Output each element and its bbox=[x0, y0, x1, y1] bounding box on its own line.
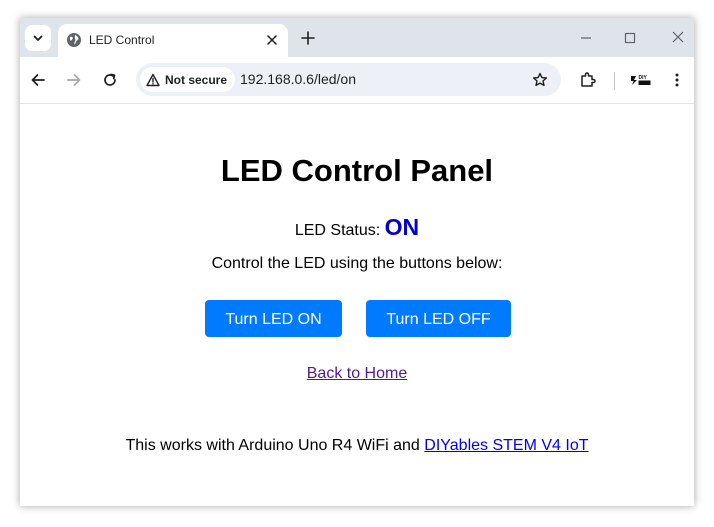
minimize-button[interactable] bbox=[576, 28, 596, 48]
tab-title: LED Control bbox=[89, 33, 155, 47]
back-button[interactable] bbox=[27, 69, 49, 91]
title-bar: LED Control bbox=[20, 18, 694, 57]
back-to-home-link[interactable]: Back to Home bbox=[307, 365, 407, 382]
plus-icon bbox=[301, 31, 315, 45]
window-close-icon bbox=[672, 31, 684, 43]
instructions-text: Control the LED using the buttons below: bbox=[211, 255, 503, 272]
forward-arrow-icon bbox=[67, 74, 81, 86]
address-bar[interactable]: Not secure 192.168.0.6/led/on bbox=[136, 63, 561, 96]
diyables-link[interactable]: DIYables STEM V4 IoT bbox=[424, 437, 588, 454]
star-icon bbox=[533, 72, 547, 87]
browser-window: LED Control Not secure 192.168.0.6/led/o… bbox=[20, 18, 694, 506]
security-label: Not secure bbox=[165, 72, 228, 87]
footer-text: This works with Arduino Uno R4 WiFi and … bbox=[20, 436, 694, 456]
reload-icon bbox=[104, 73, 116, 86]
more-menu-button[interactable] bbox=[666, 69, 688, 91]
profile-button[interactable]: DIY bbox=[628, 69, 654, 91]
close-icon bbox=[267, 35, 277, 45]
forward-button[interactable] bbox=[63, 69, 85, 91]
page-title: LED Control Panel bbox=[220, 153, 494, 188]
maximize-button[interactable] bbox=[620, 28, 640, 48]
chevron-down-icon bbox=[33, 35, 43, 41]
new-tab-button[interactable] bbox=[298, 28, 318, 48]
security-chip[interactable]: Not secure bbox=[140, 67, 236, 92]
bookmark-button[interactable] bbox=[531, 71, 549, 89]
maximize-icon bbox=[624, 32, 636, 44]
more-icon bbox=[675, 73, 679, 87]
extensions-button[interactable] bbox=[577, 69, 599, 91]
turn-led-on-button[interactable]: Turn LED ON bbox=[205, 300, 342, 337]
page-content: LED Control Panel LED Status: ON Control… bbox=[20, 104, 694, 506]
turn-led-off-button[interactable]: Turn LED OFF bbox=[366, 300, 511, 337]
led-status-value: ON bbox=[384, 214, 420, 240]
warning-icon bbox=[146, 73, 160, 86]
reload-button[interactable] bbox=[99, 69, 121, 91]
globe-icon bbox=[67, 33, 81, 47]
tab-close-button[interactable] bbox=[264, 32, 280, 48]
toolbar-separator bbox=[614, 72, 615, 90]
browser-toolbar: Not secure 192.168.0.6/led/on DIY bbox=[20, 57, 694, 104]
profile-badge-text: DIY bbox=[639, 75, 648, 81]
url-text[interactable]: 192.168.0.6/led/on bbox=[240, 71, 356, 88]
back-link-container: Back to Home bbox=[20, 364, 694, 384]
tab-led-control[interactable]: LED Control bbox=[58, 24, 288, 57]
profile-icon: DIY bbox=[631, 75, 651, 85]
close-window-button[interactable] bbox=[668, 27, 688, 47]
extensions-icon bbox=[581, 72, 596, 87]
led-status-label: LED Status: bbox=[294, 222, 385, 239]
footer-prefix: This works with Arduino Uno R4 WiFi and bbox=[125, 437, 425, 454]
minimize-icon bbox=[581, 37, 591, 39]
tab-search-button[interactable] bbox=[25, 25, 51, 51]
back-arrow-icon bbox=[31, 74, 45, 86]
led-status-line: LED Status: ON bbox=[20, 212, 694, 246]
